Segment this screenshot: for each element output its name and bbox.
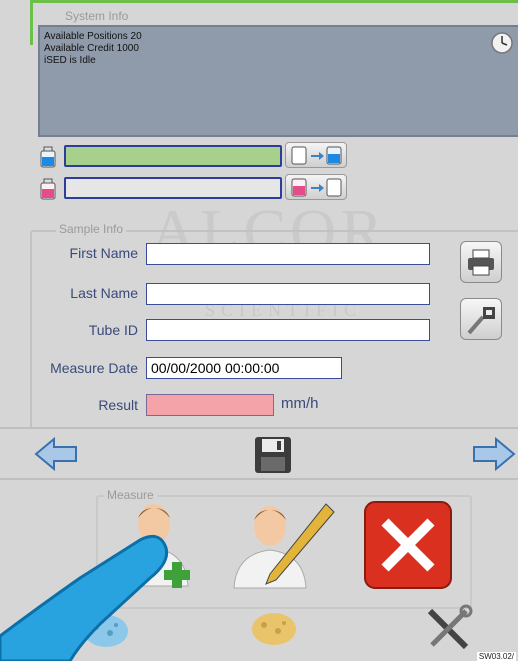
clock-icon[interactable] <box>490 31 514 55</box>
first-name-label: First Name <box>69 245 138 261</box>
divider <box>0 478 518 480</box>
tube-id-label: Tube ID <box>88 322 138 338</box>
result-unit: mm/h <box>281 395 319 412</box>
system-info-line: Available Credit 1000 <box>44 43 139 54</box>
arrow-right-icon[interactable] <box>472 436 516 472</box>
reagent-level-bar-1 <box>64 145 282 167</box>
measure-date-field[interactable]: 00/00/2000 00:00:00 <box>146 357 342 379</box>
edit-patient-button[interactable] <box>226 496 336 592</box>
cancel-button[interactable] <box>363 500 453 590</box>
pointing-finger-icon <box>0 534 169 661</box>
bottle-transfer-icon <box>291 146 342 165</box>
app-window: System Info Available Positions 20 Avail… <box>0 0 518 661</box>
reagent-bottle-blue-icon <box>40 146 56 168</box>
tools-icon[interactable] <box>422 603 474 653</box>
screen-code: SW03.02/ <box>476 652 516 661</box>
save-icon[interactable] <box>253 435 293 475</box>
window-border-top <box>30 0 518 3</box>
result-field <box>146 394 274 416</box>
transfer-reagent-button-1[interactable] <box>285 142 347 168</box>
print-button[interactable] <box>460 241 502 283</box>
last-name-field[interactable] <box>146 283 430 305</box>
window-border-left <box>30 0 33 45</box>
result-label: Result <box>98 397 138 413</box>
reagent-level-fill-1 <box>66 147 280 165</box>
last-name-label: Last Name <box>70 285 138 301</box>
scanner-icon <box>467 307 495 335</box>
system-info-line: iSED is Idle <box>44 55 96 66</box>
system-info-panel: Available Positions 20 Available Credit … <box>38 25 518 137</box>
barcode-scanner-button[interactable] <box>460 298 502 340</box>
printer-icon <box>468 249 494 276</box>
measure-date-label: Measure Date <box>50 360 138 376</box>
sponge-yellow-icon[interactable] <box>248 603 300 653</box>
first-name-field[interactable] <box>146 243 430 265</box>
system-info-line: Available Positions 20 <box>44 31 142 42</box>
tube-id-field[interactable] <box>146 319 430 341</box>
arrow-left-icon[interactable] <box>34 436 78 472</box>
reagent-bottle-red-icon <box>40 178 56 200</box>
sample-info-legend: Sample Info <box>56 222 127 236</box>
system-info-legend: System Info <box>62 9 132 23</box>
divider <box>0 427 518 429</box>
